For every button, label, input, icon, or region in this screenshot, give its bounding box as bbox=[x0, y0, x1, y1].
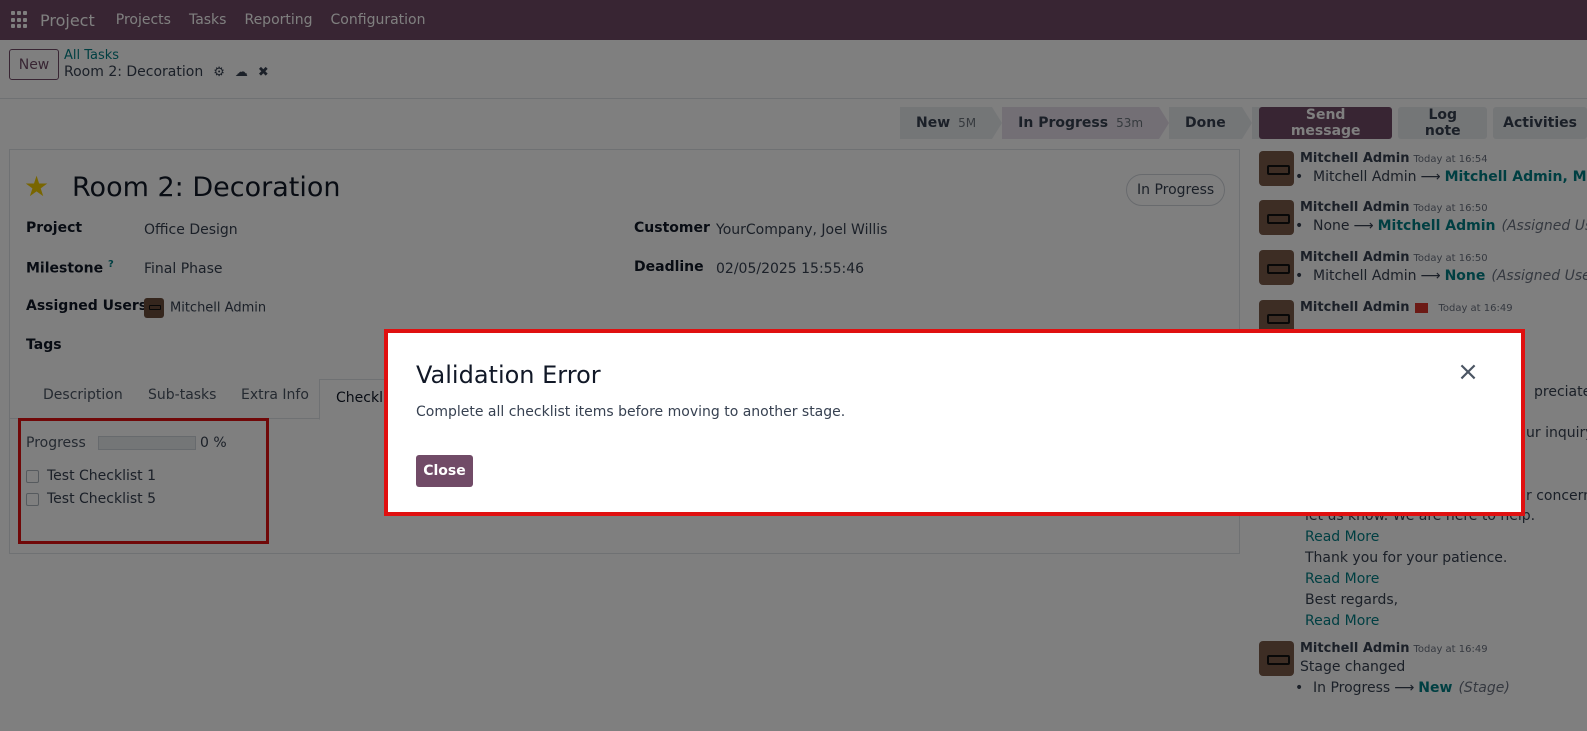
close-icon[interactable]: × bbox=[1456, 359, 1480, 385]
validation-error-dialog: Validation Error × Complete all checklis… bbox=[384, 329, 1525, 516]
close-button[interactable]: Close bbox=[416, 455, 473, 487]
dialog-message: Complete all checklist items before movi… bbox=[416, 404, 846, 420]
dialog-title: Validation Error bbox=[416, 361, 601, 389]
